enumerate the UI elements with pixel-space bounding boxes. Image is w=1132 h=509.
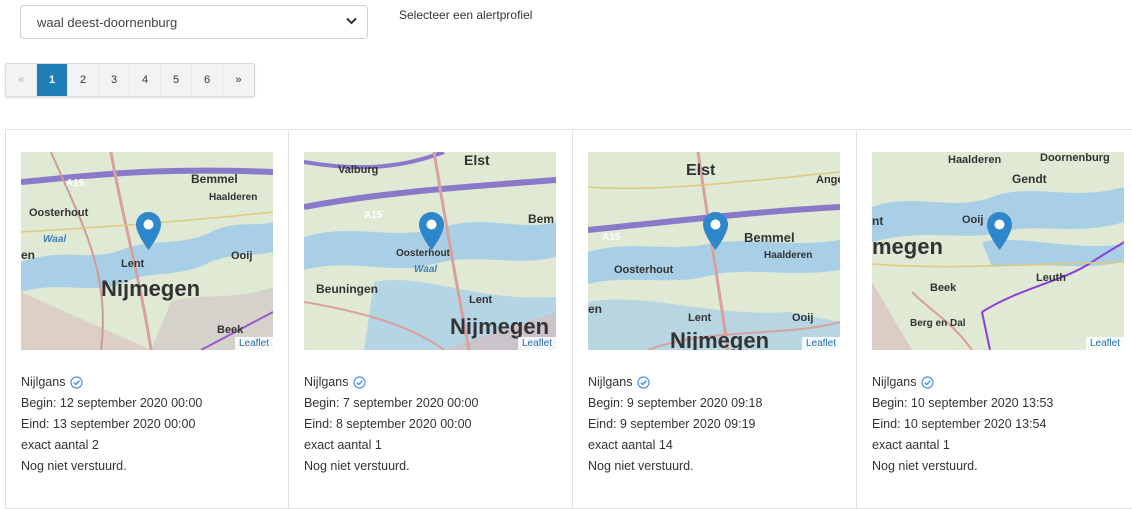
map-label: A15 — [602, 232, 621, 243]
map-label: Waal — [414, 264, 438, 275]
pagination-page-1[interactable]: 1 — [37, 64, 68, 96]
map-label: Ange — [816, 174, 840, 186]
map-label: Oosterhout — [396, 248, 450, 259]
map-label: Elst — [686, 162, 716, 179]
map-label: nt — [872, 214, 884, 228]
map-label: Bemmel — [744, 230, 795, 245]
chevron-down-icon — [346, 16, 357, 28]
map-label: Ooij — [962, 214, 984, 226]
map-label: Oosterhout — [29, 207, 89, 219]
species-name: Nijlgans — [304, 375, 349, 389]
map-label: Beek — [217, 324, 244, 336]
observation-info: Nijlgans Begin: 12 september 2020 00:00 … — [21, 372, 202, 477]
observation-map[interactable]: Elst Ange A15 Bemmel Haalderen Oosterhou… — [588, 152, 840, 350]
map-label: Haalderen — [764, 250, 813, 261]
observation-status: Nog niet verstuurd. — [588, 459, 694, 473]
map-label: Gendt — [1012, 172, 1047, 186]
observation-info: Nijlgans Begin: 9 september 2020 09:18 E… — [588, 372, 762, 477]
map-label: Bem — [528, 212, 555, 226]
observation-begin: Begin: 12 september 2020 00:00 — [21, 396, 203, 410]
observation-card: Elst Ange A15 Bemmel Haalderen Oosterhou… — [573, 129, 857, 509]
observation-end: Eind: 13 september 2020 00:00 — [21, 417, 196, 431]
map-label: Lent — [688, 312, 712, 324]
observation-card: Haalderen Doornenburg Gendt Ooij nt mege… — [857, 129, 1132, 509]
map-label: Beek — [930, 282, 957, 294]
leaflet-attribution-link[interactable]: Leaflet — [517, 337, 556, 350]
observation-count: exact aantal 1 — [872, 438, 950, 452]
observation-count: exact aantal 2 — [21, 438, 99, 452]
observation-begin: Begin: 10 september 2020 13:53 — [872, 396, 1054, 410]
observation-end: Eind: 10 september 2020 13:54 — [872, 417, 1047, 431]
observation-begin: Begin: 7 september 2020 00:00 — [304, 396, 479, 410]
alert-profile-label: Selecteer een alertprofiel — [399, 8, 533, 22]
map-label: Waal — [43, 234, 67, 245]
map-labels: Elst Valburg A15 Bem Oosterhout Beuninge… — [304, 152, 556, 350]
pagination-page-4[interactable]: 4 — [130, 64, 161, 96]
map-label: Bemmel — [191, 172, 238, 186]
map-label: Berg en Dal — [910, 318, 966, 329]
observation-end: Eind: 9 september 2020 09:19 — [588, 417, 756, 431]
map-label: Oosterhout — [614, 264, 674, 276]
leaflet-attribution-link[interactable]: Leaflet — [801, 337, 840, 350]
pagination-next[interactable]: » — [223, 64, 254, 96]
observation-cards: A15 Bemmel Haalderen Oosterhout Lent Nij… — [5, 129, 1132, 509]
map-label: en — [21, 248, 36, 262]
leaflet-attribution-link[interactable]: Leaflet — [234, 337, 273, 350]
map-label: Lent — [469, 294, 493, 306]
observation-status: Nog niet verstuurd. — [872, 459, 978, 473]
map-label: Ooij — [792, 312, 814, 324]
map-label: Nijmegen — [101, 276, 201, 301]
pagination-page-2[interactable]: 2 — [68, 64, 99, 96]
map-labels: Haalderen Doornenburg Gendt Ooij nt mege… — [872, 152, 1124, 350]
map-labels: A15 Bemmel Haalderen Oosterhout Lent Nij… — [21, 152, 273, 350]
species-name: Nijlgans — [872, 375, 917, 389]
map-label: Haalderen — [209, 192, 258, 203]
verified-check-icon — [353, 376, 367, 389]
map-label: Leuth — [1036, 272, 1066, 284]
pagination-page-5[interactable]: 5 — [161, 64, 192, 96]
observation-card: Elst Valburg A15 Bem Oosterhout Beuninge… — [289, 129, 573, 509]
map-label: Nijmegen — [670, 328, 770, 350]
map-label: A15 — [364, 210, 383, 221]
map-label: Elst — [464, 152, 490, 168]
pagination-page-3[interactable]: 3 — [99, 64, 130, 96]
leaflet-attribution-link[interactable]: Leaflet — [1085, 337, 1124, 350]
pagination: « 1 2 3 4 5 6 » — [5, 63, 255, 97]
map-label: en — [588, 302, 603, 316]
map-label: Ooij — [231, 250, 253, 262]
verified-check-icon — [921, 376, 935, 389]
observation-map[interactable]: A15 Bemmel Haalderen Oosterhout Lent Nij… — [21, 152, 273, 350]
observation-end: Eind: 8 september 2020 00:00 — [304, 417, 472, 431]
map-label: A15 — [66, 178, 85, 189]
observation-info: Nijlgans Begin: 10 september 2020 13:53 … — [872, 372, 1053, 477]
alert-profile-select-value: waal deest-doornenburg — [37, 14, 178, 30]
species-name: Nijlgans — [588, 375, 633, 389]
species-name: Nijlgans — [21, 375, 66, 389]
observation-card: A15 Bemmel Haalderen Oosterhout Lent Nij… — [5, 129, 289, 509]
observation-map[interactable]: Elst Valburg A15 Bem Oosterhout Beuninge… — [304, 152, 556, 350]
observation-count: exact aantal 1 — [304, 438, 382, 452]
map-label: Beuningen — [316, 282, 378, 296]
observation-count: exact aantal 14 — [588, 438, 673, 452]
alert-profile-select[interactable]: waal deest-doornenburg — [20, 5, 368, 39]
observation-map[interactable]: Haalderen Doornenburg Gendt Ooij nt mege… — [872, 152, 1124, 350]
map-label: Doornenburg — [1040, 152, 1110, 164]
map-labels: Elst Ange A15 Bemmel Haalderen Oosterhou… — [588, 152, 840, 350]
map-label: Valburg — [338, 164, 379, 176]
map-label: Lent — [121, 258, 145, 270]
verified-check-icon — [70, 376, 84, 389]
pagination-page-6[interactable]: 6 — [192, 64, 223, 96]
observation-info: Nijlgans Begin: 7 september 2020 00:00 E… — [304, 372, 478, 477]
map-label: Haalderen — [948, 154, 1002, 166]
map-label: megen — [872, 234, 943, 259]
verified-check-icon — [637, 376, 651, 389]
pagination-prev[interactable]: « — [6, 64, 37, 96]
observation-status: Nog niet verstuurd. — [21, 459, 127, 473]
observation-status: Nog niet verstuurd. — [304, 459, 410, 473]
observation-begin: Begin: 9 september 2020 09:18 — [588, 396, 763, 410]
